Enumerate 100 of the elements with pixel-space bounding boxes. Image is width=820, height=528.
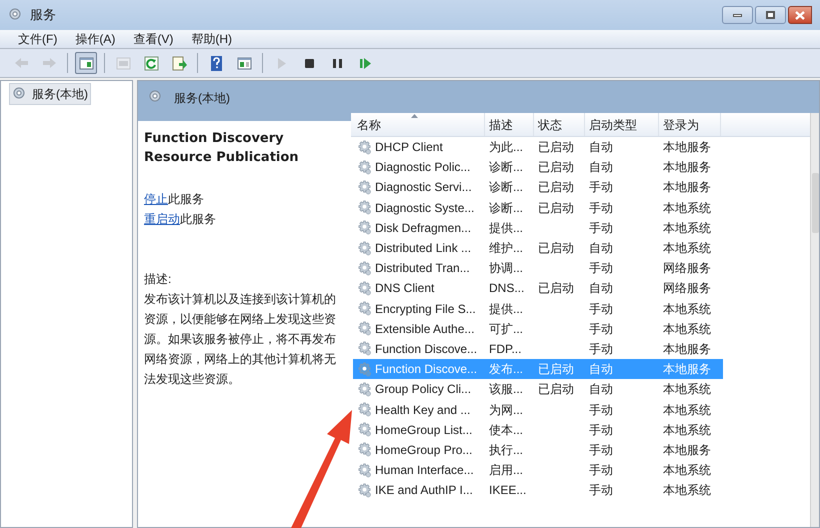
table-cell-text: 诊断... (489, 200, 524, 217)
maximize-button[interactable] (755, 6, 786, 24)
gear-icon (357, 220, 372, 236)
table-row[interactable]: DHCP Client 为此... 已启动 自动 本地服务 (353, 137, 723, 158)
gear-icon (357, 280, 372, 296)
minimize-button[interactable] (722, 6, 753, 24)
table-cell-text: 网络服务 (663, 260, 711, 278)
table-cell-text: 诊断... (489, 159, 524, 176)
table-cell-text: IKE and AuthIP I... (375, 482, 473, 500)
table-cell-text: 手动 (589, 442, 613, 459)
table-cell-text: 已启动 (538, 179, 574, 196)
column-header[interactable]: 名称 (351, 113, 485, 136)
table-cell-text: 已启动 (538, 361, 574, 378)
table-cell-text: 自动 (589, 381, 613, 398)
table-row[interactable]: Diagnostic Servi... 诊断... 已启动 手动 本地服务 (353, 177, 723, 198)
table-row[interactable]: Function Discove... FDP... 手动 本地服务 (353, 338, 723, 360)
table-cell-text: 手动 (589, 340, 613, 358)
table-cell-text: 本地系统 (663, 200, 711, 217)
gear-icon (357, 362, 372, 377)
column-header[interactable]: 状态 (534, 113, 585, 136)
table-cell-text: 本地系统 (663, 482, 711, 500)
table-cell-text: 手动 (589, 402, 613, 419)
table-cell-text: 提供... (489, 220, 524, 237)
gear-icon (357, 301, 372, 316)
menu-item[interactable]: 查看(V) (133, 30, 174, 48)
table-row[interactable]: HomeGroup Pro... 执行... 手动 本地服务 (353, 440, 723, 460)
panel-icon (236, 54, 252, 72)
service-link[interactable]: 重启动 (144, 212, 180, 226)
table-cell-text: 手动 (589, 320, 613, 338)
export-icon (170, 54, 188, 72)
table-cell-text: 已启动 (538, 159, 574, 176)
close-icon (795, 10, 805, 20)
table-cell-text: Diagnostic Syste... (375, 200, 474, 217)
table-cell-text: Extensible Authe... (375, 320, 474, 338)
table-cell-text: 本地系统 (663, 300, 711, 318)
table-cell-text: 本地服务 (663, 159, 711, 176)
table-row[interactable]: HomeGroup List... 使本... 手动 本地系统 (353, 420, 723, 440)
table-cell-text: 本地系统 (663, 402, 711, 419)
gear-icon (357, 321, 372, 336)
table-row[interactable]: IKE and AuthIP I... IKEE... 手动 本地系统 (353, 480, 723, 500)
table-row[interactable]: Diagnostic Polic... 诊断... 已启动 自动 本地服务 (353, 157, 723, 178)
table-cell-text: 自动 (589, 240, 613, 258)
table-row[interactable]: Distributed Link ... 维护... 已启动 自动 本地系统 (353, 238, 723, 258)
service-link[interactable]: 停止 (144, 192, 168, 206)
table-cell-text: Diagnostic Polic... (375, 159, 470, 176)
table-cell-text: 启用... (489, 462, 524, 480)
table-row[interactable]: Distributed Tran... 协调... 手动 网络服务 (353, 258, 723, 278)
gear-icon (357, 140, 372, 155)
table-cell-text: 发布... (489, 361, 524, 378)
table-cell-text: Distributed Link ... (375, 240, 472, 258)
table-cell-text: DNS Client (375, 280, 434, 298)
table-cell-text: Group Policy Cli... (375, 381, 472, 398)
gear-icon (357, 180, 372, 195)
table-cell-text: Distributed Tran... (375, 260, 470, 278)
table-cell-text: Function Discove... (375, 361, 478, 378)
table-row[interactable]: Diagnostic Syste... 诊断... 已启动 手动 本地系统 (353, 198, 723, 218)
column-header[interactable]: 登录为 (659, 113, 721, 136)
table-cell-text: DNS... (489, 280, 524, 298)
table-cell-text: 使本... (489, 422, 524, 439)
table-row[interactable]: Group Policy Cli... 该服... 已启动 自动 本地系统 (353, 379, 723, 400)
pane-title: 服务(本地) (174, 90, 230, 107)
table-cell-text: 已启动 (538, 381, 574, 398)
table-cell-text: 为网... (489, 402, 524, 419)
menu-item[interactable]: 帮助(H) (191, 30, 232, 48)
gear-icon (357, 422, 372, 438)
table-row[interactable]: Human Interface... 启用... 手动 本地系统 (353, 460, 723, 480)
menu-item[interactable]: 文件(F) (18, 30, 58, 48)
table-cell-text: Health Key and ... (375, 402, 470, 419)
service-name: Function Discovery Resource Publication (144, 130, 300, 167)
scrollbar[interactable] (810, 113, 819, 527)
action-text: 重启动此服务 (144, 211, 217, 228)
table-cell-text: 已启动 (538, 139, 574, 156)
gear-icon (357, 160, 372, 175)
gear-icon (357, 442, 372, 458)
gear-icon (357, 260, 372, 276)
table-row[interactable]: Extensible Authe... 可扩... 手动 本地系统 (353, 318, 723, 339)
gear-icon (357, 200, 372, 216)
table-row[interactable]: Encrypting File S... 提供... 手动 本地系统 (353, 298, 723, 319)
table-cell-text: Human Interface... (375, 462, 474, 480)
tree-button[interactable] (75, 52, 97, 74)
column-header[interactable]: 描述 (485, 113, 534, 136)
table-row[interactable]: Disk Defragmen... 提供... 手动 本地系统 (353, 218, 723, 238)
table-row[interactable]: DNS Client DNS... 已启动 自动 网络服务 (353, 278, 723, 298)
table-cell-text: 本地服务 (663, 361, 711, 378)
tree-item[interactable]: 服务(本地) (9, 83, 91, 105)
table-cell-text: 自动 (589, 139, 613, 156)
table-row[interactable]: Health Key and ... 为网... 手动 本地系统 (353, 399, 723, 420)
table-cell-text: 自动 (589, 280, 613, 298)
menu-item[interactable]: 操作(A) (75, 30, 116, 48)
close-button[interactable] (788, 6, 812, 24)
table-cell-text: 本地系统 (663, 462, 711, 480)
table-cell-text: 执行... (489, 442, 524, 459)
table-cell-text: 本地系统 (663, 320, 711, 338)
column-header[interactable]: 启动类型 (585, 113, 659, 136)
table-cell-text: 已启动 (538, 240, 574, 258)
table-cell-text: 可扩... (489, 320, 524, 338)
table-cell-text: 本地服务 (663, 340, 711, 358)
table-cell-text: 为此... (489, 139, 524, 156)
table-cell-text: 本地系统 (663, 381, 711, 398)
table-cell-text: 本地系统 (663, 240, 711, 258)
